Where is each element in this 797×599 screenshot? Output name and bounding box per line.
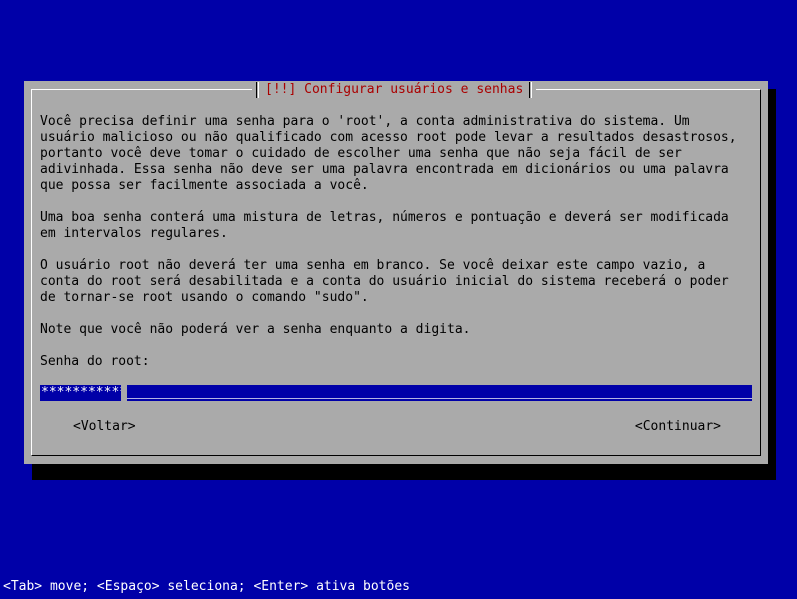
password-advice-paragraph: Uma boa senha conterá uma mistura de let…	[40, 210, 729, 241]
keyboard-help-status-bar: <Tab> move; <Espaço> seleciona; <Enter> …	[3, 579, 410, 594]
installer-screen: [!!] Configurar usuários e senhas Você p…	[0, 0, 797, 599]
user-password-dialog: [!!] Configurar usuários e senhas Você p…	[24, 81, 768, 464]
continue-button[interactable]: <Continuar>	[633, 419, 722, 435]
title-right-bracket-icon	[529, 82, 533, 98]
dialog-content: Você precisa definir uma senha para o 'r…	[40, 114, 752, 370]
root-password-value: ***********	[40, 385, 121, 401]
root-password-input[interactable]: ***********	[40, 385, 752, 401]
dialog-title: [!!] Configurar usuários e senhas	[265, 82, 524, 97]
blank-password-paragraph: O usuário root não deverá ter uma senha …	[40, 258, 729, 305]
dialog-title-wrap: [!!] Configurar usuários e senhas	[252, 81, 537, 99]
password-input-track[interactable]	[127, 385, 752, 401]
root-password-label: Senha do root:	[40, 354, 150, 369]
visibility-note-paragraph: Note que você não poderá ver a senha enq…	[40, 322, 471, 337]
dialog-buttons: <Voltar> <Continuar>	[72, 419, 722, 435]
back-button[interactable]: <Voltar>	[72, 419, 137, 435]
intro-paragraph: Você precisa definir uma senha para o 'r…	[40, 114, 737, 193]
title-left-bracket-icon	[256, 82, 259, 98]
